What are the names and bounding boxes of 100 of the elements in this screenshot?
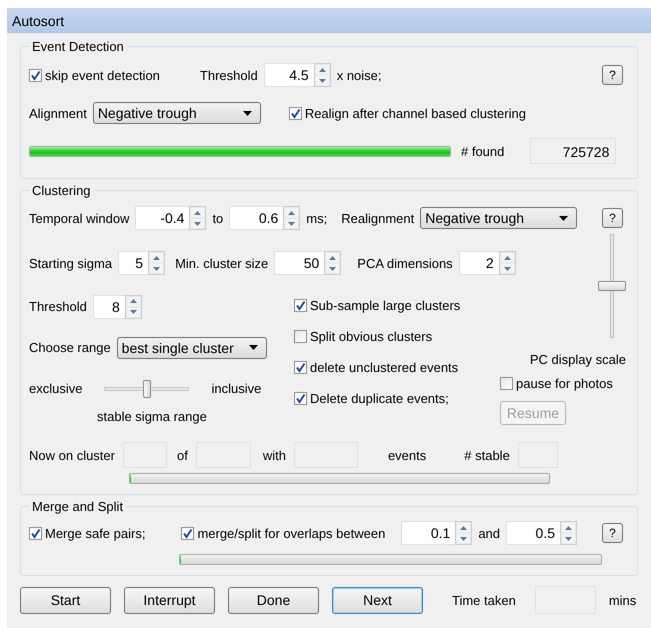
label: stable sigma range — [97, 409, 207, 424]
checkbox-label: Merge safe pairs; — [45, 526, 146, 540]
number-field[interactable]: 0.6 — [229, 206, 284, 230]
checkbox-label: Realign after channel based clustering — [304, 106, 526, 120]
checkbox[interactable] — [500, 376, 513, 390]
checkbox-label: Delete duplicate events; — [310, 391, 449, 406]
number-field[interactable]: 4.5 — [264, 63, 314, 87]
down-triangle-icon — [288, 222, 296, 226]
spin-up-button[interactable] — [456, 522, 472, 533]
caret-icon — [242, 110, 252, 116]
spin-up-button[interactable] — [314, 64, 330, 75]
spin-up-button[interactable] — [325, 252, 340, 263]
slider-thumb[interactable] — [142, 380, 151, 398]
spin-down-button[interactable] — [126, 306, 141, 318]
push-button[interactable]: Start — [20, 586, 111, 614]
number-field[interactable]: -0.4 — [135, 206, 190, 230]
checkbox[interactable] — [181, 526, 194, 540]
spin-down-button[interactable] — [456, 533, 472, 544]
down-triangle-icon — [130, 310, 137, 314]
push-button[interactable]: Done — [228, 586, 319, 614]
caret-icon — [248, 345, 258, 350]
number-field[interactable]: 0.1 — [401, 521, 456, 545]
checkbox-label: delete unclustered events — [310, 360, 458, 375]
label: mins — [608, 592, 636, 608]
group-title: Clustering — [31, 183, 92, 198]
up-triangle-icon — [565, 526, 572, 530]
number-field[interactable]: 0.5 — [506, 521, 560, 545]
up-triangle-icon — [460, 526, 468, 530]
up-triangle-icon — [318, 68, 326, 72]
spin-down-button[interactable] — [190, 218, 206, 229]
help-button[interactable]: ? — [602, 523, 623, 543]
label: # stable — [464, 448, 510, 462]
label: # found — [461, 144, 504, 158]
label: with — [262, 448, 286, 462]
down-triangle-icon — [329, 266, 336, 270]
spin-up-button[interactable] — [284, 207, 300, 218]
help-button[interactable]: ? — [602, 208, 623, 228]
label: PC display scale — [530, 352, 626, 367]
label: Now on cluster — [29, 448, 115, 462]
label: to — [212, 210, 224, 226]
spin-up-button[interactable] — [149, 252, 164, 263]
down-triangle-icon — [318, 78, 326, 82]
checkbox-label: merge/split for overlaps between — [197, 526, 386, 540]
spin-down-button[interactable] — [149, 263, 164, 274]
dropdown[interactable]: Negative trough — [92, 102, 261, 124]
number-field[interactable]: 50 — [274, 251, 324, 275]
down-triangle-icon — [565, 536, 572, 540]
label: inclusive — [211, 381, 262, 396]
label: Choose range — [29, 340, 111, 355]
spin-down-button[interactable] — [284, 218, 300, 229]
number-field[interactable]: 5 — [118, 251, 148, 275]
label: exclusive — [29, 381, 82, 396]
dropdown[interactable]: best single cluster — [116, 336, 267, 358]
dropdown[interactable]: Negative trough — [420, 207, 578, 229]
group-title: Event Detection — [31, 39, 125, 54]
label: Min. cluster size — [175, 256, 268, 270]
down-triangle-icon — [153, 266, 160, 270]
label: events — [388, 448, 426, 462]
spin-down-button[interactable] — [325, 263, 340, 274]
checkbox[interactable] — [288, 106, 302, 120]
checkbox[interactable] — [29, 526, 42, 540]
checkbox[interactable] — [294, 392, 307, 405]
spin-up-button[interactable] — [190, 207, 206, 218]
checkbox-label: Split obvious clusters — [310, 329, 432, 344]
checkbox[interactable] — [29, 68, 42, 82]
label: PCA dimensions — [357, 256, 453, 270]
checkbox[interactable] — [294, 330, 307, 343]
up-triangle-icon — [504, 256, 511, 260]
spin-down-button[interactable] — [561, 533, 576, 544]
vertical-slider[interactable] — [598, 234, 626, 338]
push-button[interactable]: Next — [332, 586, 423, 614]
label: Realignment — [341, 210, 414, 226]
readonly-field: 725728 — [530, 138, 616, 164]
up-triangle-icon — [130, 299, 137, 303]
down-triangle-icon — [194, 222, 202, 226]
label: Threshold — [200, 68, 258, 82]
up-triangle-icon — [288, 210, 296, 214]
group-title: Merge and Split — [31, 499, 124, 514]
up-triangle-icon — [329, 256, 336, 260]
spin-up-button[interactable] — [126, 296, 141, 306]
label: Time taken — [452, 592, 516, 608]
label: Temporal window — [29, 210, 130, 226]
down-triangle-icon — [460, 536, 468, 540]
slider-thumb[interactable] — [598, 281, 626, 291]
checkbox-label: skip event detection — [45, 68, 160, 82]
spin-down-button[interactable] — [500, 263, 515, 274]
slider[interactable] — [104, 380, 190, 398]
spin-down-button[interactable] — [314, 75, 330, 86]
help-button[interactable]: ? — [602, 65, 623, 85]
checkbox[interactable] — [294, 361, 307, 374]
spin-up-button[interactable] — [561, 522, 576, 533]
checkbox[interactable] — [294, 299, 307, 312]
spin-up-button[interactable] — [500, 252, 515, 263]
number-field[interactable]: 8 — [92, 294, 125, 318]
number-field[interactable]: 2 — [458, 251, 499, 275]
push-button[interactable]: Interrupt — [124, 586, 215, 614]
label: x noise; — [336, 68, 382, 82]
up-triangle-icon — [153, 256, 160, 260]
label: Alignment — [29, 106, 87, 120]
label: Threshold — [29, 299, 87, 314]
